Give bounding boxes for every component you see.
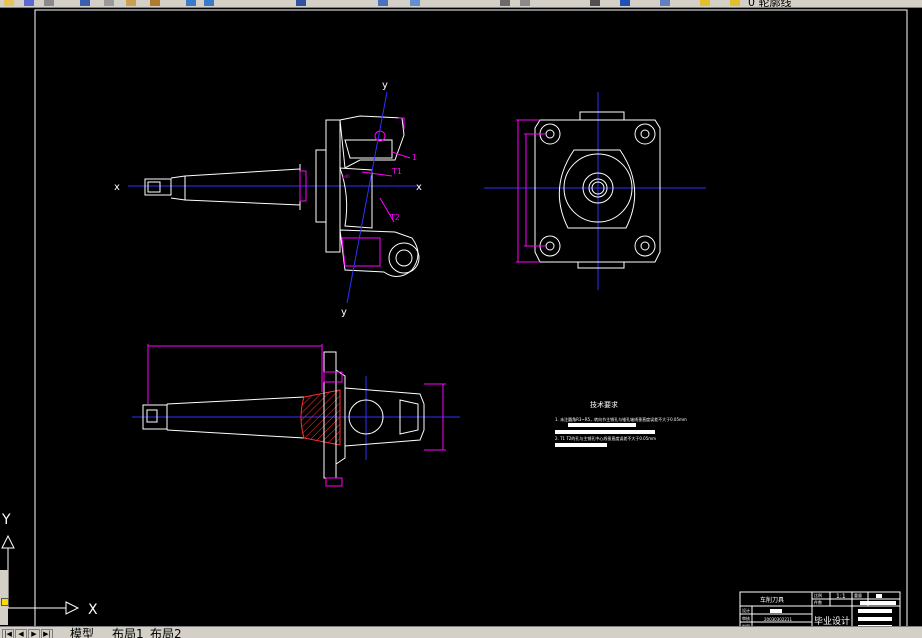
tech-req-redacted-2: [555, 430, 655, 434]
axis-x-left-label: x: [114, 182, 120, 193]
tech-req-redacted-1: [568, 423, 636, 427]
drawing-frame: [34, 9, 908, 636]
tech-req-item1: 1. 未注圆角R3~R5，转向节主销孔与锥孔轴线垂直度误差不大于0.05mm: [555, 416, 687, 422]
ucs-y-label: Y: [1, 512, 11, 528]
title-block-part-name: 车削刀具: [760, 596, 784, 604]
title-block-weight-value: [876, 594, 882, 598]
tab-layout2[interactable]: 布局2: [150, 627, 182, 638]
top-view: [132, 344, 460, 487]
label-t2: T2: [389, 213, 400, 222]
tech-req-item2: 2. T1 T2的孔与主销孔中心线垂直度误差不大于0.05mm: [555, 435, 656, 441]
title-block-checker-label: 审核: [742, 615, 750, 621]
title-block-redacted-a: [860, 601, 896, 605]
tab-layout1[interactable]: 布局1: [112, 627, 144, 638]
front-view: φ40: [128, 91, 420, 304]
tech-req-redacted-3: [555, 443, 607, 447]
label-t1: T1: [391, 167, 402, 176]
title-block-count-label: 件数: [814, 599, 822, 605]
title-block-weight-label: 重量: [854, 592, 862, 598]
docked-toolbar-edge[interactable]: [0, 570, 9, 625]
title-block-student-id: 20030302211: [764, 617, 792, 622]
spindle-end: [144, 178, 172, 196]
layout-tab-bar: |◀ ◀ ▶ ▶| 模型 布局1 布局2: [0, 626, 922, 638]
title-block-scale-value: 1:1: [836, 593, 846, 600]
tab-model[interactable]: 模型: [70, 627, 94, 638]
axis-x-right-label: x: [416, 182, 422, 193]
dim-text-front: φ40: [342, 174, 350, 179]
title-block-designer-label: 设计: [742, 607, 750, 613]
title-block-redacted-b: [858, 609, 892, 613]
docked-tool-icon[interactable]: [1, 598, 9, 606]
label-1: 1: [412, 153, 417, 162]
tech-req-title: 技术要求: [590, 400, 618, 409]
axis-y-top-label: y: [382, 80, 388, 91]
ucs-x-label: X: [88, 602, 98, 618]
title-block-redacted-c: [858, 617, 892, 621]
title-block-designer-value: [770, 609, 782, 613]
title-block-scale-label: 比例: [814, 592, 822, 598]
side-view: [484, 92, 706, 290]
axis-y-bottom-label: y: [341, 307, 347, 318]
ucs-icon: [1, 534, 80, 615]
drawing-canvas[interactable]: φ40 x x y y 1 T1 T2 技术要求 1. 未注圆角R3~R5，转向…: [0, 0, 922, 637]
